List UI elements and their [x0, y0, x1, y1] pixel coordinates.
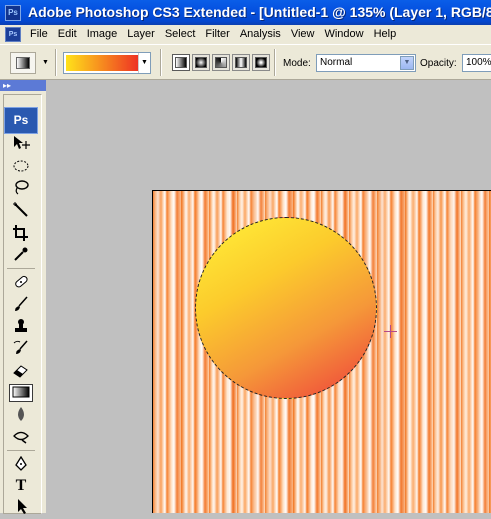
radial-gradient-icon — [195, 57, 207, 68]
document-canvas[interactable] — [152, 190, 491, 513]
crosshair-cursor-icon — [384, 325, 397, 338]
menu-layer[interactable]: Layer — [122, 25, 160, 44]
photoshop-logo[interactable]: Ps — [4, 107, 38, 134]
gradient-tool-icon[interactable] — [9, 384, 33, 402]
options-divider — [55, 49, 57, 76]
pen-tool-icon[interactable] — [9, 455, 33, 474]
menu-analysis[interactable]: Analysis — [235, 25, 286, 44]
toolbox-divider — [7, 268, 35, 269]
move-tool-icon[interactable] — [9, 135, 33, 153]
toolbox-collapse-handle[interactable]: ▸▸ — [0, 80, 46, 91]
eraser-tool-icon[interactable] — [9, 362, 33, 380]
mode-label: Mode: — [283, 58, 311, 69]
menu-window[interactable]: Window — [319, 25, 368, 44]
preset-dropdown-arrow-icon[interactable]: ▼ — [42, 59, 49, 66]
reflected-gradient-button[interactable] — [232, 54, 250, 71]
menu-file[interactable]: File — [25, 25, 53, 44]
brush-tool-icon[interactable] — [9, 296, 33, 314]
healing-brush-tool-icon[interactable] — [9, 274, 33, 292]
menu-items: File Edit Image Layer Select Filter Anal… — [25, 25, 401, 44]
blur-tool-icon[interactable] — [9, 406, 33, 424]
menu-edit[interactable]: Edit — [53, 25, 82, 44]
tool-preset-picker[interactable] — [10, 52, 36, 74]
window-title: Adobe Photoshop CS3 Extended - [Untitled… — [28, 4, 491, 20]
linear-gradient-button[interactable] — [172, 54, 190, 71]
document-icon[interactable]: Ps — [5, 27, 21, 42]
mode-select[interactable]: Normal ▼ — [316, 54, 416, 72]
gradient-tool-preset-icon — [16, 57, 30, 69]
diamond-gradient-icon — [255, 57, 267, 68]
eyedropper-tool-icon[interactable] — [9, 246, 33, 264]
photoshop-app-icon[interactable]: Ps — [5, 5, 21, 21]
diamond-gradient-button[interactable] — [252, 54, 270, 71]
menu-select[interactable]: Select — [160, 25, 201, 44]
gradient-circle-selection[interactable] — [195, 217, 377, 399]
path-selection-tool-icon[interactable] — [9, 498, 33, 516]
dodge-tool-icon[interactable] — [9, 428, 33, 446]
options-divider — [160, 49, 162, 76]
lasso-tool-icon[interactable] — [9, 179, 33, 197]
reflected-gradient-icon — [235, 57, 247, 68]
crop-tool-icon[interactable] — [9, 225, 33, 243]
mode-dropdown-arrow-icon[interactable]: ▼ — [400, 56, 414, 70]
menu-help[interactable]: Help — [369, 25, 402, 44]
menu-filter[interactable]: Filter — [200, 25, 234, 44]
linear-gradient-icon — [175, 57, 187, 68]
magic-wand-tool-icon[interactable] — [9, 202, 33, 220]
toolbox: ▸▸ Ps T — [0, 80, 46, 516]
menu-view[interactable]: View — [286, 25, 320, 44]
history-brush-tool-icon[interactable] — [9, 340, 33, 358]
opacity-field[interactable]: 100% — [462, 54, 491, 72]
opacity-label: Opacity: — [420, 58, 457, 69]
toolbox-divider — [7, 450, 35, 451]
type-tool-icon[interactable]: T — [9, 477, 33, 495]
menu-bar: Ps File Edit Image Layer Select Filter A… — [0, 25, 491, 44]
options-bar: ▼ ▼ Mode: Normal ▼ Opacity: 100% — [0, 44, 491, 80]
radial-gradient-button[interactable] — [192, 54, 210, 71]
angle-gradient-icon — [215, 57, 227, 68]
clone-stamp-tool-icon[interactable] — [9, 318, 33, 336]
gradient-dropdown-arrow-icon[interactable]: ▼ — [138, 53, 150, 73]
gradient-picker[interactable]: ▼ — [63, 52, 151, 74]
angle-gradient-button[interactable] — [212, 54, 230, 71]
options-divider — [274, 49, 276, 76]
menu-image[interactable]: Image — [82, 25, 123, 44]
title-bar[interactable]: Ps Adobe Photoshop CS3 Extended - [Untit… — [0, 0, 491, 25]
mode-value: Normal — [320, 57, 353, 68]
marquee-tool-icon[interactable] — [9, 158, 33, 176]
gradient-preview[interactable] — [66, 55, 138, 71]
